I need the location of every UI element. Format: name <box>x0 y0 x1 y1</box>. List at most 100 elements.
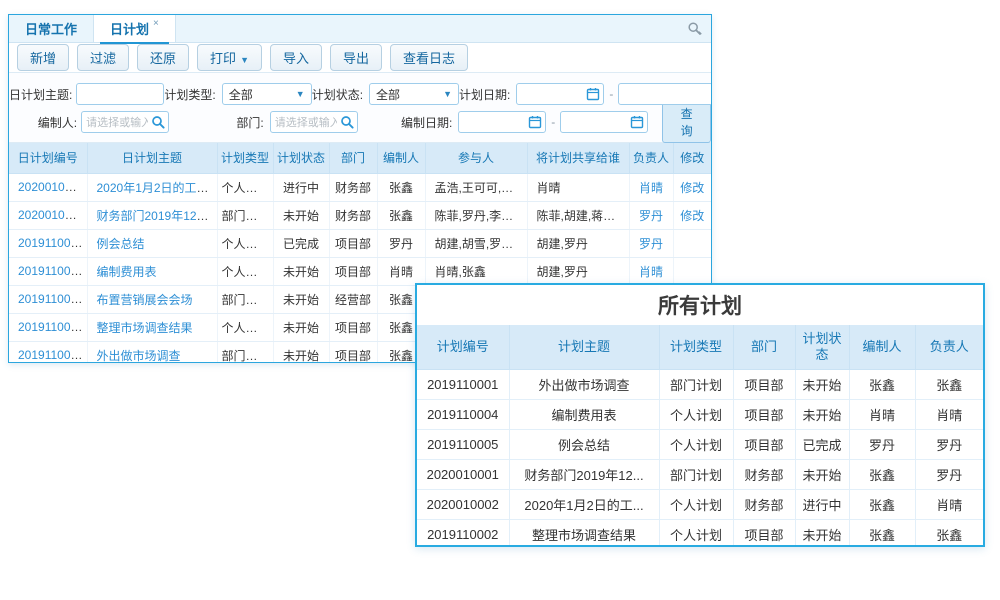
plan-subject-link[interactable]: 例会总结 <box>97 237 145 251</box>
filter-row-1: 日计划主题: 计划类型: 全部▼ 计划状态: 全部▼ 计划日期: <box>9 81 711 107</box>
type-label: 计划类型: <box>164 86 215 103</box>
type-select[interactable]: 全部▼ <box>222 83 312 105</box>
plan-type-cell: 个人计划 <box>659 489 733 519</box>
tab-daily-plan[interactable]: 日计划 × <box>93 15 176 42</box>
plan-subject-link[interactable]: 财务部门2019年12月的... <box>97 209 218 223</box>
plan-id-link[interactable]: 2019110004 <box>9 257 87 285</box>
column-header: 日计划编号 <box>9 143 87 173</box>
plan-subject-link[interactable]: 整理市场调查结果 <box>97 321 193 335</box>
modify-link[interactable]: 修改 <box>680 209 704 223</box>
plan-id-link[interactable]: 2019110003 <box>9 285 87 313</box>
plan-id-link[interactable]: 2019110001 <box>18 348 84 362</box>
plan-subject-link[interactable]: 编制费用表 <box>97 265 157 279</box>
search-icon[interactable] <box>340 115 354 129</box>
filter-row-2: 编制人: 部门: 编制日期: <box>9 109 711 135</box>
dept-cell: 项目部 <box>329 257 377 285</box>
plan-date-label: 计划日期: <box>459 86 510 103</box>
plan-id-cell: 2020010001 <box>417 459 509 489</box>
owner-link[interactable]: 罗丹 <box>639 209 663 223</box>
plan-id-link[interactable]: 2020010001 <box>18 208 85 222</box>
dept-cell: 项目部 <box>733 399 795 429</box>
plan-id-link[interactable]: 2020010002 <box>9 173 87 201</box>
search-settings-icon[interactable] <box>687 21 703 37</box>
status-select[interactable]: 全部▼ <box>369 83 459 105</box>
owner-link[interactable]: 罗丹 <box>629 229 673 257</box>
plan-status-cell: 未开始 <box>273 341 329 363</box>
dept-cell: 项目部 <box>733 369 795 399</box>
shared-with-cell: 胡建,罗丹 <box>527 257 629 285</box>
plan-date-end-input[interactable] <box>618 83 712 105</box>
plan-id-link[interactable]: 2020010002 <box>18 180 85 194</box>
owner-link[interactable]: 罗丹 <box>629 201 673 229</box>
plan-id-link[interactable]: 2020010001 <box>9 201 87 229</box>
plan-subject-link[interactable]: 例会总结 <box>87 229 217 257</box>
calendar-icon[interactable] <box>586 87 600 101</box>
owner-link[interactable]: 肖晴 <box>629 173 673 201</box>
new-button[interactable]: 新增 <box>17 44 69 71</box>
plan-status-cell: 未开始 <box>273 313 329 341</box>
plan-id-link[interactable]: 2019110004 <box>18 264 84 278</box>
creator-cell: 肖晴 <box>377 257 425 285</box>
subject-input[interactable] <box>76 83 164 105</box>
desktop: 日常工作 日计划 × 新增 过滤 还原 打印▼ 导入 导出 查看日志 日 <box>0 0 1000 600</box>
owner-cell: 罗丹 <box>915 459 983 489</box>
owner-link[interactable]: 罗丹 <box>639 237 663 251</box>
modify-link <box>673 229 711 257</box>
plan-id-link[interactable]: 2019110003 <box>18 292 84 306</box>
owner-link[interactable]: 肖晴 <box>639 181 663 195</box>
plan-id-link[interactable]: 2019110005 <box>18 236 84 250</box>
modify-link[interactable]: 修改 <box>673 201 711 229</box>
owner-cell: 张鑫 <box>915 369 983 399</box>
participants-cell: 胡建,胡雪,罗丹,任晓... <box>425 229 527 257</box>
plan-subject-link[interactable]: 整理市场调查结果 <box>87 313 217 341</box>
plan-id-link[interactable]: 2019110002 <box>18 320 84 334</box>
close-icon[interactable]: × <box>153 18 159 29</box>
restore-button[interactable]: 还原 <box>137 44 189 71</box>
import-button[interactable]: 导入 <box>270 44 322 71</box>
owner-link[interactable]: 肖晴 <box>629 257 673 285</box>
creator-cell: 张鑫 <box>849 369 915 399</box>
shared-with-cell: 陈菲,胡建,蒋德帆,... <box>527 201 629 229</box>
view-log-button[interactable]: 查看日志 <box>390 44 468 71</box>
toolbar: 新增 过滤 还原 打印▼ 导入 导出 查看日志 <box>9 43 711 73</box>
owner-link[interactable]: 肖晴 <box>639 265 663 279</box>
calendar-icon[interactable] <box>630 115 644 129</box>
column-header: 负责人 <box>629 143 673 173</box>
participants-cell: 孟浩,王可可,肖晴,张鑫 <box>425 173 527 201</box>
tab-daily-work[interactable]: 日常工作 <box>9 15 93 42</box>
filter-button[interactable]: 过滤 <box>77 44 129 71</box>
plan-type-cell: 部门计划 <box>217 285 273 313</box>
column-header: 计划类型 <box>217 143 273 173</box>
plan-id-link[interactable]: 2019110005 <box>9 229 87 257</box>
table-row: 2020010001财务部门2019年12月的...部门计划未开始财务部张鑫陈菲… <box>9 201 711 229</box>
export-button[interactable]: 导出 <box>330 44 382 71</box>
modify-link <box>673 257 711 285</box>
query-button[interactable]: 查询 <box>662 101 711 143</box>
search-icon[interactable] <box>151 115 165 129</box>
creator-cell: 张鑫 <box>849 519 915 547</box>
plan-id-cell: 2019110001 <box>417 369 509 399</box>
all-plans-panel: 所有计划 计划编号计划主题计划类型部门计划状态编制人负责人 2019110001… <box>415 283 985 547</box>
participants-cell: 陈菲,罗丹,李若若,罗... <box>425 201 527 229</box>
plan-subject-cell: 例会总结 <box>509 429 659 459</box>
plan-subject-link[interactable]: 外出做市场调查 <box>87 341 217 363</box>
plan-subject-link[interactable]: 布置营销展会会场 <box>97 293 193 307</box>
plan-subject-link[interactable]: 外出做市场调查 <box>97 349 181 363</box>
dept-label: 部门: <box>169 114 264 131</box>
print-button[interactable]: 打印▼ <box>197 44 262 71</box>
column-header: 部门 <box>733 325 795 369</box>
modify-link[interactable]: 修改 <box>673 173 711 201</box>
column-header: 编制人 <box>849 325 915 369</box>
plan-id-link[interactable]: 2019110002 <box>9 313 87 341</box>
plan-subject-link[interactable]: 2020年1月2日的工作日... <box>87 173 217 201</box>
modify-link[interactable]: 修改 <box>680 181 704 195</box>
plan-id-link[interactable]: 2019110001 <box>9 341 87 363</box>
chevron-down-icon: ▼ <box>296 89 305 99</box>
plan-subject-link[interactable]: 财务部门2019年12月的... <box>87 201 217 229</box>
plan-type-cell: 部门计划 <box>659 369 733 399</box>
plan-subject-link[interactable]: 编制费用表 <box>87 257 217 285</box>
plan-type-cell: 个人计划 <box>217 173 273 201</box>
calendar-icon[interactable] <box>528 115 542 129</box>
plan-subject-link[interactable]: 2020年1月2日的工作日... <box>97 181 218 195</box>
plan-subject-link[interactable]: 布置营销展会会场 <box>87 285 217 313</box>
